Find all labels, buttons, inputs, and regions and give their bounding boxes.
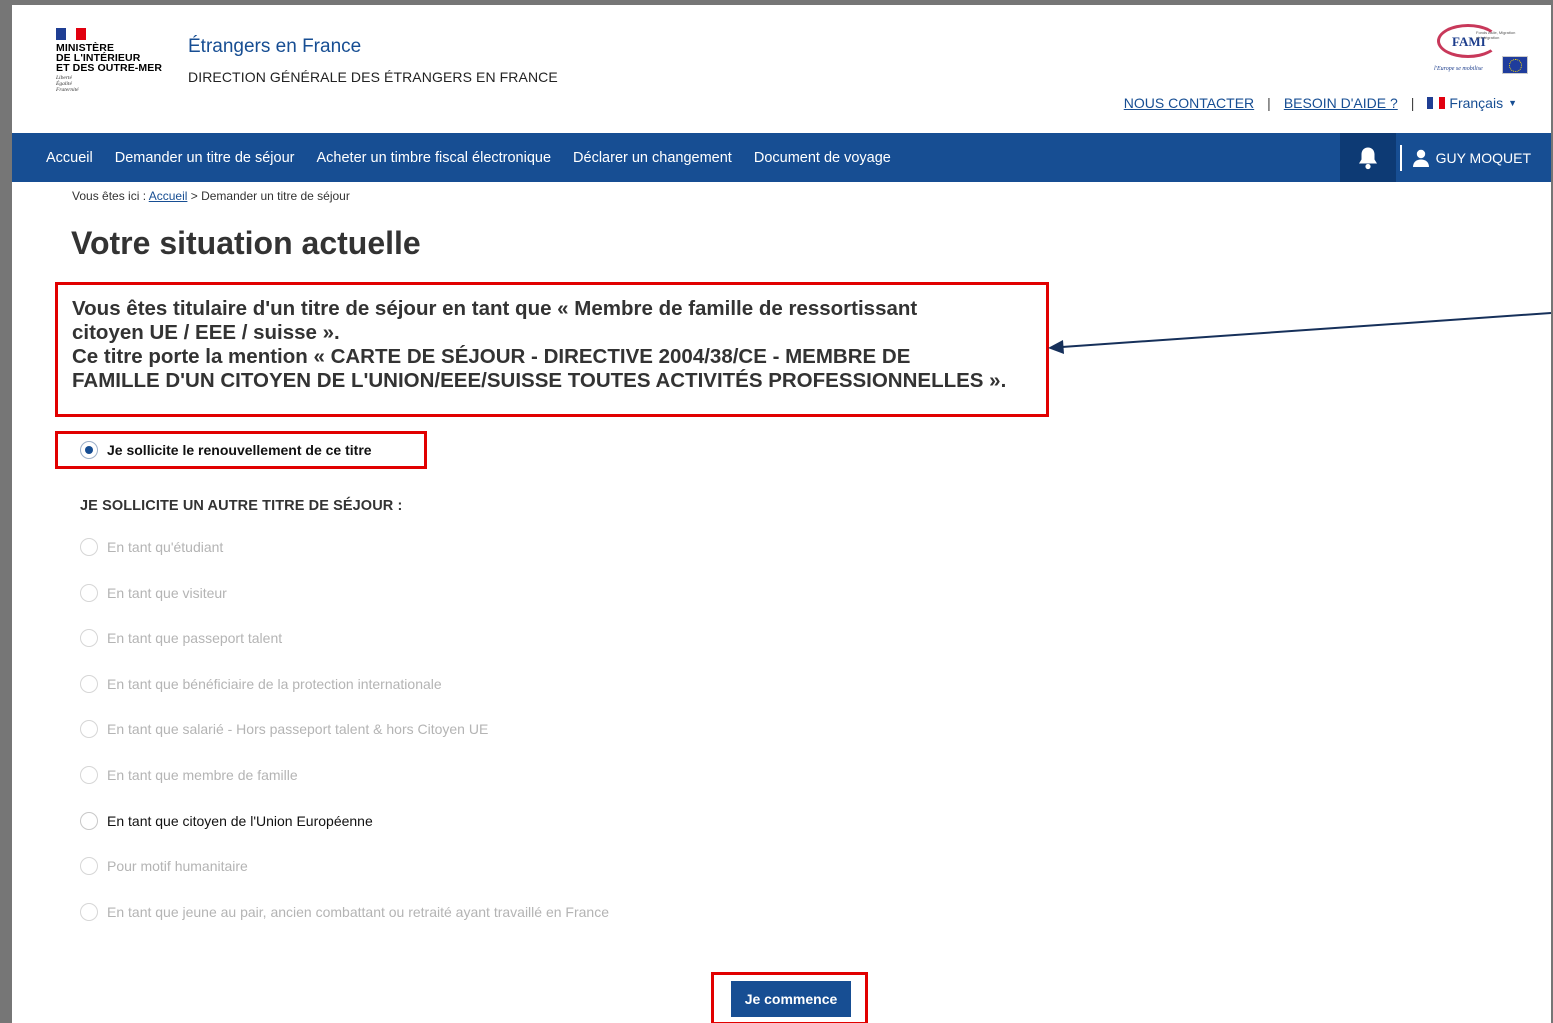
nav-request-permit[interactable]: Demander un titre de séjour — [115, 150, 295, 166]
user-name: GUY MOQUET — [1435, 149, 1531, 166]
option-visitor: En tant que visiteur — [80, 584, 227, 602]
option-radio[interactable] — [80, 812, 98, 830]
site-subtitle: DIRECTION GÉNÉRALE DES ÉTRANGERS EN FRAN… — [188, 69, 558, 85]
caret-down-icon: ▼ — [1508, 98, 1517, 108]
page-title: Votre situation actuelle — [71, 225, 421, 261]
option-radio — [80, 629, 98, 647]
option-family-member: En tant que membre de famille — [80, 766, 298, 784]
option-student: En tant qu'étudiant — [80, 538, 223, 556]
contact-link[interactable]: NOUS CONTACTER — [1124, 95, 1254, 111]
french-flag-icon — [1427, 97, 1446, 109]
nav-declare-change[interactable]: Déclarer un changement — [573, 150, 732, 166]
option-radio — [80, 766, 98, 784]
site-header: MINISTÈRE DE L'INTÉRIEUR ET DES OUTRE-ME… — [12, 5, 1551, 133]
republic-motto: Liberté Égalité Fraternité — [56, 75, 79, 93]
language-selector[interactable]: Français ▼ — [1427, 95, 1517, 111]
other-permit-heading: JE SOLLICITE UN AUTRE TITRE DE SÉJOUR : — [80, 498, 403, 514]
help-link[interactable]: BESOIN D'AIDE ? — [1284, 95, 1398, 111]
user-icon — [1412, 149, 1429, 167]
eu-flag-icon — [1502, 56, 1528, 74]
nav-buy-tax-stamp[interactable]: Acheter un timbre fiscal électronique — [317, 150, 552, 166]
option-radio — [80, 857, 98, 875]
option-talent-passport: En tant que passeport talent — [80, 629, 282, 647]
user-menu[interactable]: GUY MOQUET — [1412, 149, 1531, 167]
annotation-arrow-icon — [1048, 312, 1552, 354]
option-international-protection: En tant que bénéficiaire de la protectio… — [80, 675, 442, 693]
option-radio — [80, 720, 98, 738]
start-button[interactable]: Je commence — [731, 981, 851, 1017]
main-navbar: Accueil Demander un titre de séjour Ache… — [12, 133, 1551, 182]
breadcrumb: Vous êtes ici : Accueil > Demander un ti… — [72, 189, 350, 203]
option-au-pair-veteran-retiree: En tant que jeune au pair, ancien combat… — [80, 903, 609, 921]
nav-divider — [1399, 144, 1402, 171]
ministry-logo[interactable]: MINISTÈRE DE L'INTÉRIEUR ET DES OUTRE-ME… — [56, 28, 176, 93]
option-employee: En tant que salarié - Hors passeport tal… — [80, 720, 488, 738]
notifications-button[interactable] — [1339, 133, 1396, 182]
option-humanitarian: Pour motif humanitaire — [80, 857, 248, 875]
renewal-radio[interactable] — [80, 441, 98, 459]
nav-home[interactable]: Accueil — [46, 150, 93, 166]
bell-icon — [1358, 147, 1377, 169]
option-radio — [80, 538, 98, 556]
header-links: NOUS CONTACTER | BESOIN D'AIDE ? | Franç… — [1123, 95, 1517, 111]
renewal-option[interactable]: Je sollicite le renouvellement de ce tit… — [80, 441, 372, 459]
option-radio — [80, 584, 98, 602]
option-eu-citizen[interactable]: En tant que citoyen de l'Union Européenn… — [80, 812, 373, 830]
marianne-flag-icon — [56, 28, 86, 40]
fami-logo: FAMI Fonds Asile, Migration et Intégrati… — [1422, 24, 1532, 84]
ministry-name: MINISTÈRE DE L'INTÉRIEUR ET DES OUTRE-ME… — [56, 42, 163, 74]
site-title[interactable]: Étrangers en France — [188, 36, 361, 58]
nav-travel-document[interactable]: Document de voyage — [754, 150, 891, 166]
annotation-box-situation — [55, 282, 1049, 417]
option-radio — [80, 903, 98, 921]
breadcrumb-home-link[interactable]: Accueil — [149, 189, 188, 203]
option-radio — [80, 675, 98, 693]
